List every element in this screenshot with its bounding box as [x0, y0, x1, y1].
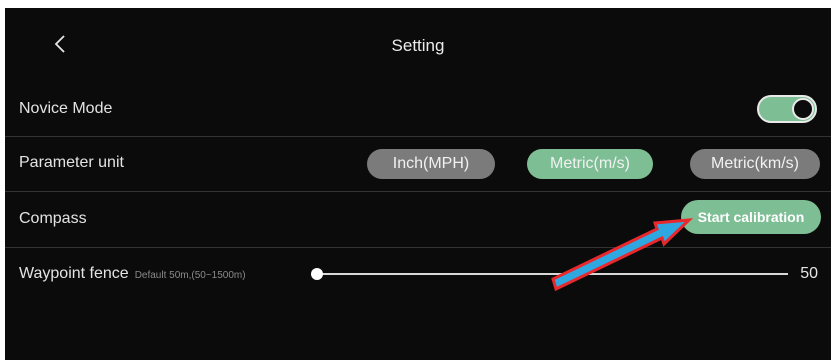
waypoint-fence-title: Waypoint fence	[19, 265, 129, 282]
novice-mode-label: Novice Mode	[19, 100, 113, 117]
unit-option-inch-mph[interactable]: Inch(MPH)	[367, 149, 495, 179]
toggle-knob	[792, 98, 814, 120]
compass-row: Compass Start calibration	[5, 192, 831, 248]
compass-label: Compass	[19, 210, 87, 227]
unit-option-metric-kms[interactable]: Metric(km/s)	[690, 149, 820, 179]
parameter-unit-row: Parameter unit Inch(MPH) Metric(m/s) Met…	[5, 137, 831, 192]
settings-screen: Setting Novice Mode Parameter unit Inch(…	[5, 8, 831, 360]
waypoint-fence-label: Waypoint fence Default 50m,(50~1500m)	[19, 265, 246, 283]
novice-mode-row: Novice Mode	[5, 80, 831, 137]
waypoint-fence-slider-track[interactable]	[322, 273, 788, 275]
start-calibration-button[interactable]: Start calibration	[681, 200, 821, 234]
unit-option-metric-ms[interactable]: Metric(m/s)	[527, 149, 653, 179]
waypoint-fence-slider-thumb[interactable]	[311, 268, 323, 280]
novice-mode-toggle[interactable]	[757, 95, 817, 123]
parameter-unit-label: Parameter unit	[19, 154, 124, 171]
waypoint-fence-hint: Default 50m,(50~1500m)	[134, 270, 246, 281]
waypoint-fence-row: Waypoint fence Default 50m,(50~1500m) 50	[5, 248, 831, 298]
page-title: Setting	[391, 36, 445, 55]
header: Setting	[5, 8, 831, 80]
waypoint-fence-value: 50	[800, 265, 818, 282]
